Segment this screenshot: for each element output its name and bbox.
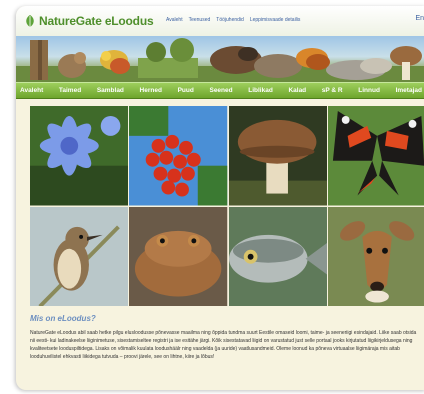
site-logo[interactable]: NatureGate eLoodus (24, 13, 154, 29)
nav-item-mushrooms[interactable]: Seened (209, 87, 232, 94)
cornflower-photo[interactable] (30, 106, 129, 206)
nav-item-fish[interactable]: Kalad (288, 87, 306, 94)
main-navigation: Avaleht Taimed Samblad Herned Puud Seene… (16, 82, 424, 99)
butterfly-photo[interactable] (327, 106, 424, 206)
rowan-berries-photo[interactable] (129, 106, 228, 206)
nav-item-mosses[interactable]: Samblad (97, 87, 124, 94)
intro-section: Mis on eLoodus? NatureGate eLoodus abil … (30, 314, 420, 361)
mushroom-photo[interactable] (228, 106, 327, 206)
top-link-services[interactable]: Teenused (189, 17, 211, 23)
browser-page: NatureGate eLoodus Avaleht Teenused Tööj… (16, 6, 424, 390)
banner-illustration (16, 38, 424, 82)
nav-item-mammals[interactable]: Imetajad (396, 87, 422, 94)
nature-banner (16, 36, 424, 82)
top-link-details[interactable]: Leppimisvaade detailis (250, 17, 301, 23)
logo-text: NatureGate eLoodus (39, 14, 154, 28)
fish-photo[interactable] (228, 206, 327, 306)
roe-deer-photo[interactable] (327, 206, 424, 306)
nav-item-sp-r[interactable]: sP & R (322, 87, 343, 94)
nav-item-butterflies[interactable]: Liblikad (248, 87, 273, 94)
warbler-photo[interactable] (30, 206, 129, 306)
species-photo-grid (30, 106, 424, 306)
language-link[interactable]: En (415, 15, 424, 22)
top-links: Avaleht Teenused Tööjuhendid Leppimisvaa… (166, 17, 300, 23)
nav-item-birds[interactable]: Linnud (358, 87, 380, 94)
nav-item-trees[interactable]: Puud (178, 87, 194, 94)
intro-heading: Mis on eLoodus? (30, 314, 96, 323)
nav-item-herned[interactable]: Herned (140, 87, 162, 94)
top-link-guides[interactable]: Tööjuhendid (216, 17, 244, 23)
intro-text: NatureGate eLoodus abil saab hetke pilgu… (30, 330, 417, 360)
nav-item-plants[interactable]: Taimed (59, 87, 81, 94)
header-bar: NatureGate eLoodus Avaleht Teenused Tööj… (16, 6, 424, 36)
nav-item-home[interactable]: Avaleht (20, 87, 43, 94)
leaf-icon (26, 15, 34, 27)
toad-photo[interactable] (129, 206, 228, 306)
top-link-home[interactable]: Avaleht (166, 17, 183, 23)
